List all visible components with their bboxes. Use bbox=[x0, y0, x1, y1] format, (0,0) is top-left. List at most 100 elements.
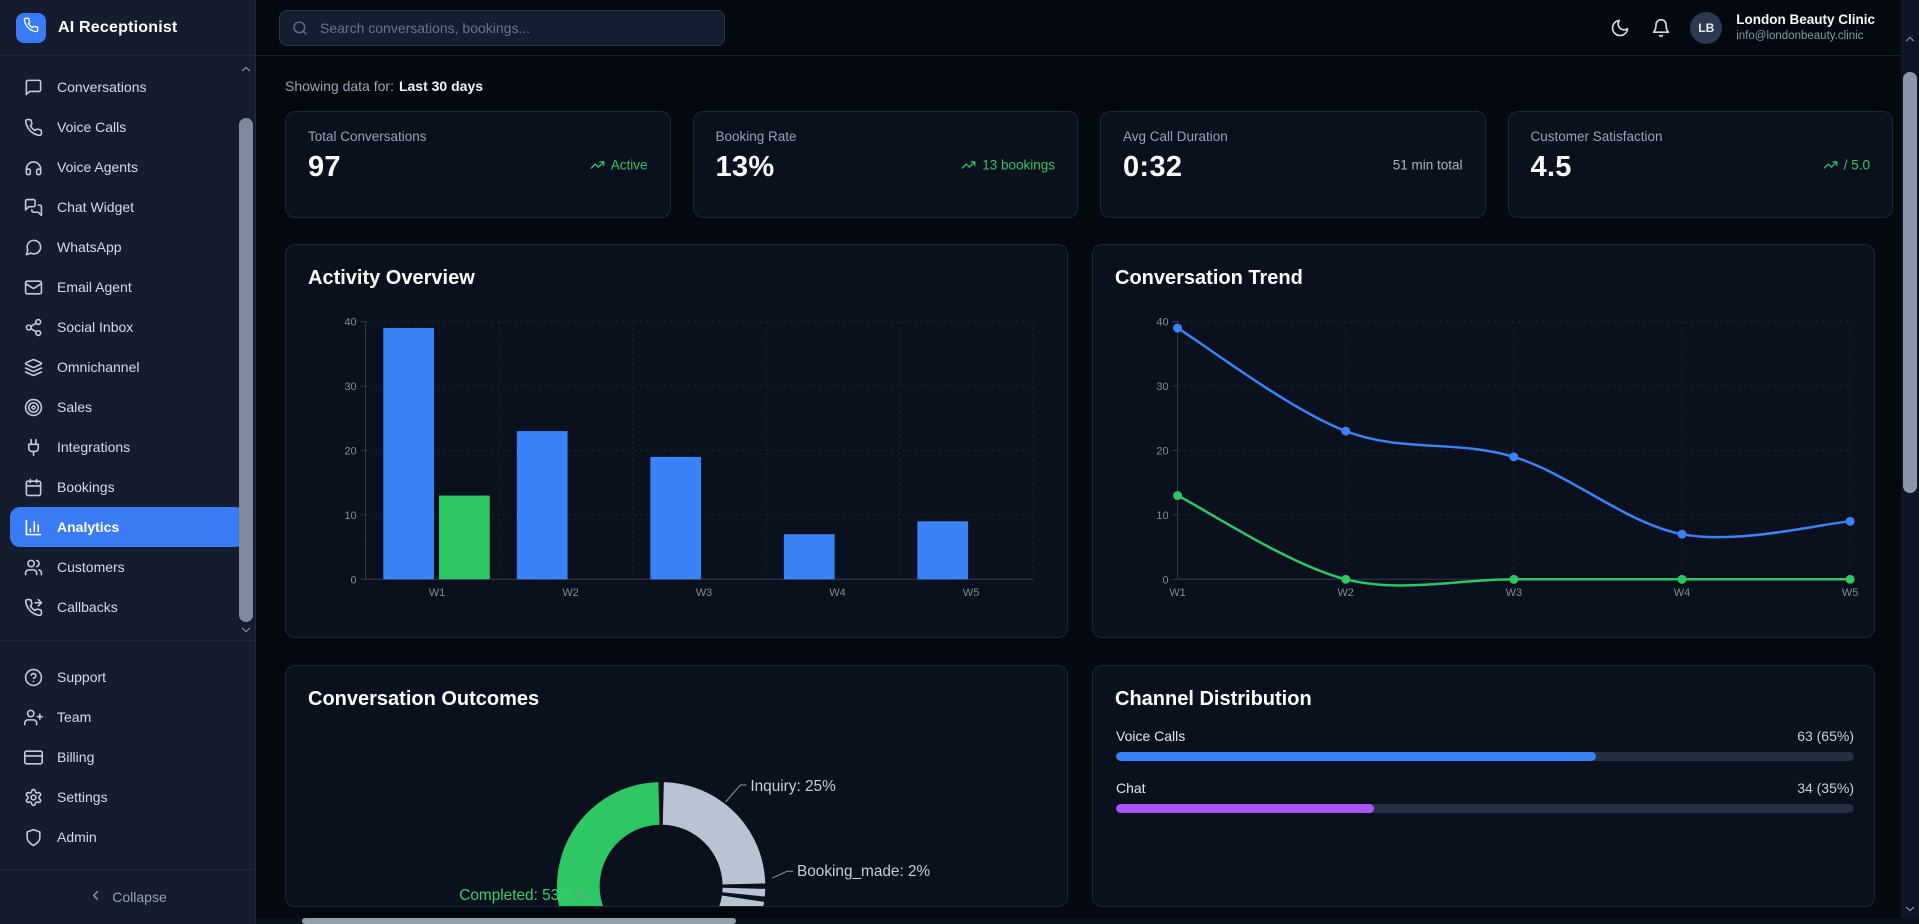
sidebar-item-label: Admin bbox=[57, 829, 97, 845]
svg-text:W3: W3 bbox=[696, 587, 712, 599]
svg-text:W1: W1 bbox=[1169, 587, 1185, 599]
sidebar-item-sales[interactable]: Sales bbox=[10, 387, 245, 427]
page-hscrollbar-thumb[interactable] bbox=[302, 918, 736, 924]
sidebar-item-billing[interactable]: Billing bbox=[10, 737, 245, 777]
sidebar-item-label: Integrations bbox=[57, 439, 130, 455]
date-filter-note: Showing data for:Last 30 days bbox=[285, 78, 1893, 94]
sidebar-item-social-inbox[interactable]: Social Inbox bbox=[10, 307, 245, 347]
stat-label: Customer Satisfaction bbox=[1531, 129, 1871, 144]
sidebar-item-analytics[interactable]: Analytics bbox=[10, 507, 245, 547]
sidebar-item-admin[interactable]: Admin bbox=[10, 817, 245, 857]
svg-text:10: 10 bbox=[1156, 510, 1168, 522]
trending-up-icon bbox=[1823, 157, 1838, 172]
stat-trend: 51 min total bbox=[1393, 157, 1463, 172]
notifications-button[interactable] bbox=[1649, 16, 1673, 40]
donut-label-inquiry: Inquiry: 25% bbox=[750, 778, 836, 795]
bottom-row: Conversation Outcomes Inquiry: 25%Bookin… bbox=[285, 665, 1893, 907]
stat-label: Avg Call Duration bbox=[1123, 129, 1463, 144]
layers-icon bbox=[24, 358, 43, 377]
channel-progress-fill bbox=[1116, 752, 1596, 761]
stat-trend-text: 51 min total bbox=[1393, 157, 1463, 172]
svg-text:W2: W2 bbox=[1337, 587, 1353, 599]
phone-forwarded-icon bbox=[24, 598, 43, 617]
headphones-icon bbox=[24, 158, 43, 177]
channel-value: 34 (35%) bbox=[1797, 780, 1854, 796]
message-square-icon bbox=[24, 78, 43, 97]
sidebar-item-settings[interactable]: Settings bbox=[10, 777, 245, 817]
sidebar-scroll-up-icon[interactable] bbox=[239, 62, 253, 76]
sidebar-item-label: Voice Calls bbox=[57, 119, 126, 135]
sidebar-item-email-agent[interactable]: Email Agent bbox=[10, 267, 245, 307]
sidebar-item-integrations[interactable]: Integrations bbox=[10, 427, 245, 467]
stat-trend: Active bbox=[590, 157, 648, 172]
mail-icon bbox=[24, 278, 43, 297]
credit-card-icon bbox=[24, 748, 43, 767]
svg-text:W5: W5 bbox=[963, 587, 979, 599]
sidebar-item-label: Bookings bbox=[57, 479, 115, 495]
avatar[interactable]: LB bbox=[1690, 12, 1722, 44]
svg-text:W4: W4 bbox=[829, 587, 845, 599]
search-input[interactable] bbox=[318, 19, 712, 37]
main-area: LB London Beauty Clinic info@londonbeaut… bbox=[256, 0, 1919, 924]
channel-progress-fill bbox=[1116, 804, 1374, 813]
chart-title: Activity Overview bbox=[308, 267, 475, 290]
app-window: AI Receptionist Conversations Voice Calls… bbox=[0, 0, 1919, 924]
sidebar-item-chat-widget[interactable]: Chat Widget bbox=[10, 187, 245, 227]
page-scrollbar-thumb[interactable] bbox=[1903, 72, 1917, 493]
stat-trend-text: Active bbox=[611, 157, 648, 172]
svg-text:30: 30 bbox=[1156, 381, 1168, 393]
svg-text:W1: W1 bbox=[429, 587, 445, 599]
sidebar-item-voice-agents[interactable]: Voice Agents bbox=[10, 147, 245, 187]
org-name: London Beauty Clinic bbox=[1736, 12, 1875, 29]
sidebar-item-conversations[interactable]: Conversations bbox=[10, 67, 245, 107]
collapse-button[interactable]: Collapse bbox=[0, 870, 255, 924]
sidebar-item-team[interactable]: Team bbox=[10, 697, 245, 737]
user-plus-icon bbox=[24, 708, 43, 727]
svg-text:0: 0 bbox=[1163, 574, 1169, 586]
stat-value: 4.5 bbox=[1531, 151, 1871, 184]
sidebar-item-callbacks[interactable]: Callbacks bbox=[10, 587, 245, 627]
channel-rows: Voice Calls 63 (65%) Chat 34 (35%) bbox=[1116, 728, 1854, 813]
sidebar-item-label: Conversations bbox=[57, 79, 147, 95]
sidebar-item-label: Social Inbox bbox=[57, 319, 133, 335]
plug-icon bbox=[24, 438, 43, 457]
collapse-label: Collapse bbox=[112, 889, 166, 905]
channel-value: 63 (65%) bbox=[1797, 728, 1854, 744]
stats-row: Total Conversations97ActiveBooking Rate1… bbox=[285, 111, 1893, 218]
scroll-up-icon[interactable] bbox=[1903, 32, 1917, 46]
sidebar-scrollbar-thumb[interactable] bbox=[239, 118, 253, 622]
channel-label: Voice Calls bbox=[1116, 728, 1185, 744]
logo-row: AI Receptionist bbox=[0, 0, 255, 56]
calendar-icon bbox=[24, 478, 43, 497]
message-circle-icon bbox=[24, 238, 43, 257]
sidebar-item-whatsapp[interactable]: WhatsApp bbox=[10, 227, 245, 267]
channel-progress-track bbox=[1116, 752, 1854, 761]
sidebar-scroll-down-icon[interactable] bbox=[239, 623, 253, 637]
sidebar-item-omnichannel[interactable]: Omnichannel bbox=[10, 347, 245, 387]
trending-up-icon bbox=[961, 157, 976, 172]
dark-mode-toggle[interactable] bbox=[1608, 16, 1632, 40]
filter-value: Last 30 days bbox=[399, 78, 483, 94]
users-icon bbox=[24, 558, 43, 577]
sidebar-item-customers[interactable]: Customers bbox=[10, 547, 245, 587]
sidebar-item-label: Email Agent bbox=[57, 279, 132, 295]
sidebar-item-bookings[interactable]: Bookings bbox=[10, 467, 245, 507]
sidebar-item-label: Omnichannel bbox=[57, 359, 140, 375]
sidebar-item-support[interactable]: Support bbox=[10, 657, 245, 697]
search-icon bbox=[292, 20, 308, 36]
sidebar-item-label: Support bbox=[57, 669, 106, 685]
chart-title: Channel Distribution bbox=[1115, 688, 1312, 711]
messages-square-icon bbox=[24, 198, 43, 217]
scroll-down-icon[interactable] bbox=[1903, 902, 1917, 916]
svg-text:20: 20 bbox=[344, 445, 356, 457]
svg-text:W5: W5 bbox=[1842, 587, 1858, 599]
sidebar-item-voice-calls[interactable]: Voice Calls bbox=[10, 107, 245, 147]
stat-card-avg-call-duration: Avg Call Duration0:3251 min total bbox=[1100, 111, 1486, 218]
top-header: LB London Beauty Clinic info@londonbeaut… bbox=[256, 0, 1919, 56]
conversation-trend-card: Conversation Trend 010203040W1W2W3W4W5 bbox=[1092, 244, 1875, 638]
app-title: AI Receptionist bbox=[58, 19, 177, 37]
sidebar-item-label: Sales bbox=[57, 399, 92, 415]
sidebar-item-label: Callbacks bbox=[57, 599, 118, 615]
sidebar-item-label: WhatsApp bbox=[57, 239, 122, 255]
stat-label: Total Conversations bbox=[308, 129, 648, 144]
